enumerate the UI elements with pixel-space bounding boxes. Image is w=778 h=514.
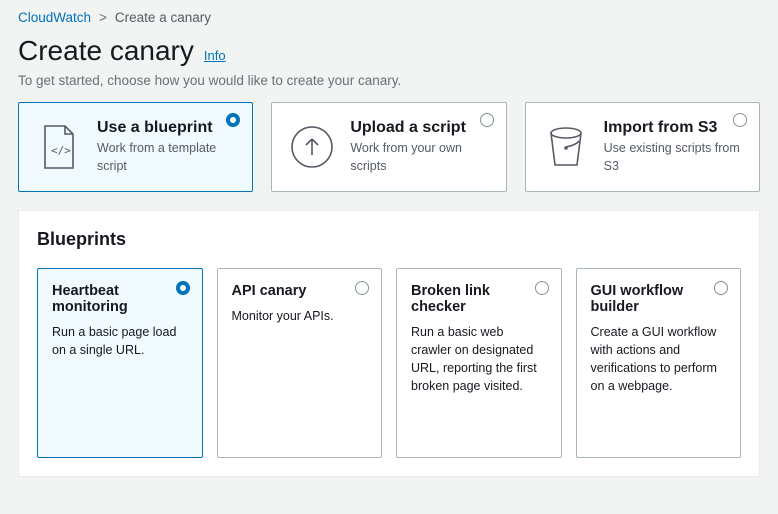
breadcrumb: CloudWatch > Create a canary [0,0,778,31]
radio-indicator [480,113,494,127]
blueprint-file-icon: </> [37,125,81,169]
method-desc: Use existing scripts from S3 [604,141,740,173]
page-header: Create canary Info [0,31,778,71]
method-card-upload[interactable]: Upload a script Work from your own scrip… [271,102,506,192]
radio-indicator [176,281,190,295]
blueprint-desc: Run a basic web crawler on designated UR… [411,323,547,396]
method-title: Import from S3 [604,119,743,137]
method-card-blueprint[interactable]: </> Use a blueprint Work from a template… [18,102,253,192]
method-title: Use a blueprint [97,119,236,137]
blueprints-section: Blueprints Heartbeat monitoring Run a ba… [18,210,760,477]
method-title: Upload a script [350,119,489,137]
radio-indicator [226,113,240,127]
blueprint-title: API canary [232,283,368,299]
blueprint-desc: Monitor your APIs. [232,307,368,325]
method-desc: Work from a template script [97,141,216,173]
blueprints-title: Blueprints [37,229,741,250]
blueprint-title: Heartbeat monitoring [52,283,188,315]
radio-indicator [733,113,747,127]
radio-indicator [714,281,728,295]
upload-arrow-icon [290,125,334,169]
blueprint-title: GUI workflow builder [591,283,727,315]
blueprint-desc: Run a basic page load on a single URL. [52,323,188,359]
info-link[interactable]: Info [204,48,226,63]
method-card-s3[interactable]: Import from S3 Use existing scripts from… [525,102,760,192]
blueprint-title: Broken link checker [411,283,547,315]
chevron-right-icon: > [99,10,107,25]
method-desc: Work from your own scripts [350,141,462,173]
page-title: Create canary [18,35,194,67]
blueprints-grid: Heartbeat monitoring Run a basic page lo… [19,268,759,476]
breadcrumb-root-link[interactable]: CloudWatch [18,10,91,25]
blueprint-desc: Create a GUI workflow with actions and v… [591,323,727,396]
radio-indicator [355,281,369,295]
page-subtitle: To get started, choose how you would lik… [0,71,778,102]
creation-method-group: </> Use a blueprint Work from a template… [0,102,778,210]
radio-indicator [535,281,549,295]
blueprint-card-api[interactable]: API canary Monitor your APIs. [217,268,383,458]
breadcrumb-current: Create a canary [115,10,211,25]
svg-text:</>: </> [51,144,71,157]
blueprint-card-heartbeat[interactable]: Heartbeat monitoring Run a basic page lo… [37,268,203,458]
blueprint-card-gui-workflow[interactable]: GUI workflow builder Create a GUI workfl… [576,268,742,458]
bucket-icon [544,125,588,169]
blueprint-card-broken-link[interactable]: Broken link checker Run a basic web craw… [396,268,562,458]
